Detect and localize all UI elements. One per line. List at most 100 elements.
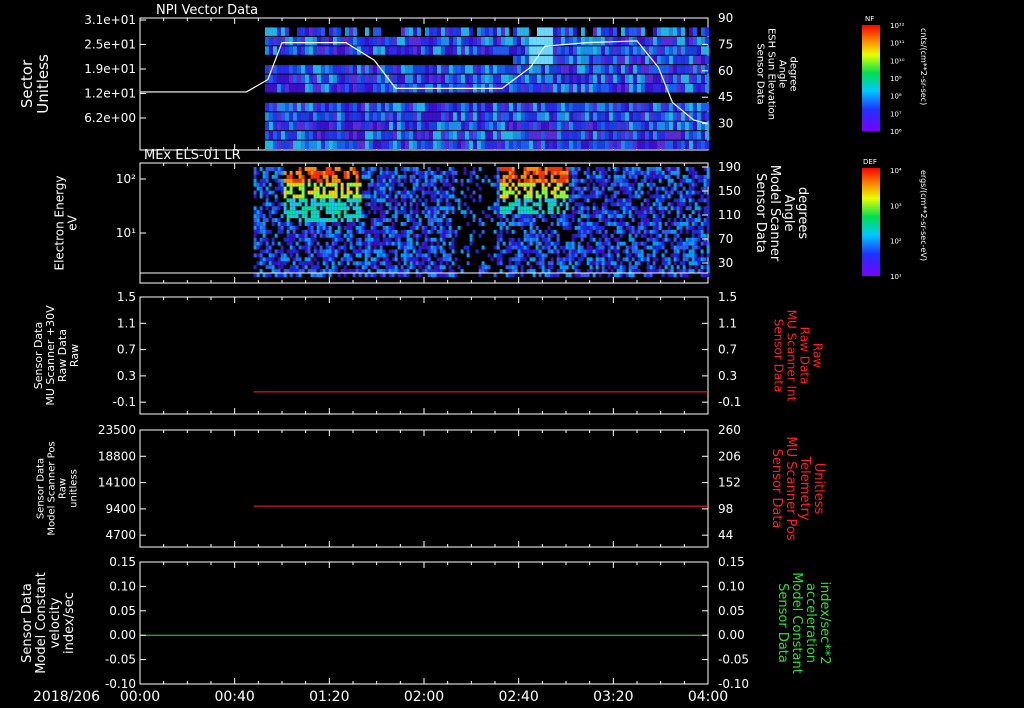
heatmap-cell [636, 27, 641, 36]
heatmap-cell [568, 102, 573, 112]
heatmap-cell [478, 245, 482, 250]
heatmap-cell [649, 265, 653, 270]
heatmap-cell [496, 257, 500, 262]
heatmap-cell [404, 74, 409, 84]
heatmap-cell [379, 182, 383, 187]
heatmap-cell [340, 55, 345, 65]
heatmap-cell [448, 245, 452, 250]
heatmap-cell [439, 174, 443, 179]
heatmap-cell [409, 167, 413, 171]
heatmap-cell [361, 167, 365, 171]
time-tick-label: 00:00 [120, 689, 160, 705]
heatmap-cell [463, 229, 467, 234]
heatmap-cell [420, 93, 425, 102]
heatmap-cell [310, 167, 314, 171]
heatmap-cell [451, 269, 455, 274]
heatmap-cell [523, 229, 527, 234]
heatmap-cell [595, 167, 599, 171]
heatmap-cell [644, 74, 649, 84]
heatmap-cell [632, 131, 637, 140]
heatmap-cell [520, 174, 524, 179]
heatmap-cell [384, 36, 389, 46]
heatmap-cell [571, 245, 575, 250]
heatmap-cell [631, 170, 635, 175]
heatmap-cell [283, 170, 287, 175]
heatmap-cell [452, 36, 457, 46]
heatmap-cell [264, 140, 269, 150]
heatmap-cell [344, 55, 349, 65]
heatmap-cell [316, 225, 320, 230]
heatmap-cell [580, 46, 585, 55]
heatmap-cell [358, 241, 362, 246]
heatmap-cell [348, 112, 353, 121]
heatmap-cell [334, 222, 338, 226]
heatmap-cell [604, 74, 609, 84]
heatmap-cell [476, 55, 481, 65]
heatmap-cell [512, 65, 517, 74]
heatmap-cell [586, 261, 590, 266]
heatmap-cell [571, 210, 575, 215]
heatmap-cell [253, 253, 257, 258]
heatmap-cell [526, 222, 530, 226]
heatmap-cell [676, 265, 680, 270]
right-y-tick-label: 1.5 [718, 290, 737, 304]
heatmap-cell [508, 131, 513, 140]
heatmap-cell [577, 210, 581, 215]
heatmap-cell [370, 198, 374, 203]
panel-title: NPI Vector Data [156, 3, 258, 18]
heatmap-cell [367, 241, 371, 246]
heatmap-cell [264, 93, 269, 102]
heatmap-cell [547, 237, 551, 242]
heatmap-cell [592, 237, 596, 242]
heatmap-cell [628, 273, 632, 277]
heatmap-cell [684, 65, 689, 74]
heatmap-cell [397, 178, 401, 183]
heatmap-cell [672, 140, 677, 150]
heatmap-cell [436, 190, 440, 195]
heatmap-cell [442, 210, 446, 215]
heatmap-cell [415, 222, 419, 226]
heatmap-cell [500, 112, 505, 121]
heatmap-cell [464, 112, 469, 121]
heatmap-cell [550, 202, 554, 207]
heatmap-cell [492, 112, 497, 121]
heatmap-cell [480, 27, 485, 36]
heatmap-cell [548, 36, 553, 46]
heatmap-cell [421, 261, 425, 266]
heatmap-cell [700, 241, 704, 246]
heatmap-cell [406, 237, 410, 242]
heatmap-cell [624, 74, 629, 84]
heatmap-cell [652, 182, 656, 187]
date-label: 2018/206 [33, 689, 100, 705]
heatmap-cell [490, 218, 494, 222]
heatmap-cell [388, 273, 392, 277]
heatmap-cell [670, 245, 674, 250]
heatmap-cell [288, 84, 293, 93]
heatmap-cell [276, 93, 281, 102]
heatmap-cell [432, 131, 437, 140]
heatmap-cell [430, 261, 434, 266]
heatmap-cell [376, 257, 380, 262]
heatmap-cell [571, 190, 575, 195]
heatmap-cell [475, 249, 479, 254]
heatmap-cell [418, 273, 422, 277]
heatmap-cell [380, 121, 385, 131]
heatmap-cell [316, 102, 321, 112]
heatmap-cell [456, 121, 461, 131]
heatmap-cell [412, 93, 417, 102]
heatmap-cell [673, 198, 677, 203]
heatmap-cell [397, 241, 401, 246]
heatmap-cell [292, 194, 296, 199]
heatmap-cell [307, 170, 311, 175]
heatmap-cell [556, 269, 560, 274]
heatmap-cell [396, 27, 401, 36]
heatmap-cell [652, 131, 657, 140]
heatmap-cell [337, 249, 341, 254]
heatmap-cell [403, 167, 407, 171]
right-y-axis-label: Model Constant [789, 572, 804, 674]
heatmap-cell [640, 112, 645, 121]
heatmap-cell [271, 206, 275, 211]
heatmap-cell [601, 182, 605, 187]
heatmap-cell [667, 229, 671, 234]
heatmap-cell [276, 65, 281, 74]
